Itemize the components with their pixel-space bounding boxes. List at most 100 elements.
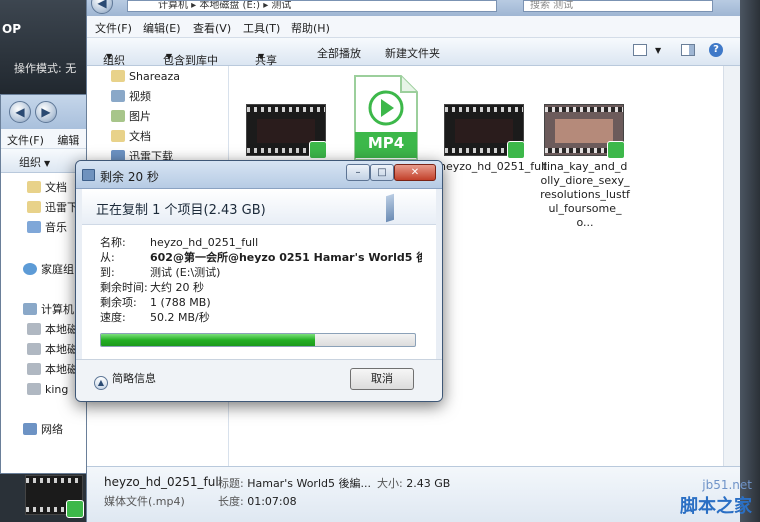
documents-icon [111, 130, 125, 142]
vertical-scrollbar[interactable] [723, 66, 741, 466]
disk-icon [27, 383, 41, 395]
video-thumbnail-1[interactable] [246, 104, 327, 159]
copy-progress-fill [101, 334, 315, 346]
computer-icon [23, 303, 37, 315]
details-title-row: 标题: Hamar's World5 後編... [218, 477, 371, 490]
nav-item-shareaza[interactable]: Shareaza [111, 68, 180, 86]
main-titlebar: ◀ 计算机 ▸ 本地磁盘 (E:) ▸ 测试 搜索 测试 [87, 0, 741, 16]
watermark-url: jb51.net [702, 478, 752, 492]
video-thumbnail-tina[interactable] [544, 104, 625, 159]
watermark: jb51.net 脚本之家 [680, 478, 752, 518]
nav-item-pictures[interactable]: 图片 [111, 108, 151, 126]
background-app: OP 操作模式: 无 [0, 0, 90, 100]
tree-item-documents[interactable]: 文档 [27, 179, 67, 197]
minimize-button[interactable]: – [346, 164, 370, 181]
close-button[interactable]: ✕ [394, 164, 436, 181]
copy-icon [82, 169, 95, 181]
back-menu-file[interactable]: 文件(F) [7, 134, 44, 147]
music-icon [27, 221, 41, 233]
details-size-row: 大小: 2.43 GB [377, 477, 451, 490]
play-all-button[interactable]: 全部播放 [317, 45, 361, 61]
info-row-name: 名称: heyzo_hd_0251_full [100, 236, 259, 249]
maximize-button[interactable]: □ [370, 164, 394, 181]
homegroup-icon [23, 263, 37, 275]
cancel-button[interactable]: 取消 [350, 368, 414, 390]
file-name-tina: tina_kay_and_dolly_diore_sexy_resolution… [540, 160, 630, 229]
chevron-down-icon: ▼ [258, 52, 265, 61]
video-library-icon [111, 90, 125, 102]
dialog-body: 正在复制 1 个项目(2.43 GB) 名称: heyzo_hd_0251_ful… [82, 189, 436, 359]
pictures-icon [111, 110, 125, 122]
mp4-file-icon[interactable]: MP4 [353, 74, 419, 162]
info-row-from: 从: 602@第一会所@heyzo 0251 Hamar's World5 後編 [100, 250, 422, 265]
preview-pane-icon[interactable] [681, 44, 695, 56]
tree-item-disk-2[interactable]: 本地磁 [27, 341, 78, 359]
source-link[interactable]: 602@第一会所@heyzo 0251 Hamar's World5 後編 [150, 250, 422, 265]
folder-icon [27, 201, 41, 213]
back-arrow-icon[interactable]: ◀ [91, 0, 113, 14]
chevron-down-icon: ▼ [44, 159, 51, 168]
nav-item-documents[interactable]: 文档 [111, 128, 151, 146]
details-filename: heyzo_hd_0251_full [104, 475, 222, 489]
help-icon[interactable]: ? [709, 43, 723, 57]
disk-icon [27, 343, 41, 355]
folder-icon [111, 70, 125, 82]
background-app-mode: 操作模式: 无 [14, 62, 77, 75]
main-toolbar: 组织 ▼ 包含到库中 ▼ 共享 ▼ 全部播放 新建文件夹 ▼ ? [87, 38, 741, 67]
tree-item-homegroup[interactable]: 家庭组 [23, 261, 74, 279]
forward-arrow-icon[interactable]: ▶ [35, 101, 57, 123]
disk-icon [27, 323, 41, 335]
menu-view[interactable]: 查看(V) [193, 20, 231, 36]
mp4-label: MP4 [367, 134, 405, 152]
dialog-title: 剩余 20 秒 [100, 170, 159, 184]
info-row-items-remaining: 剩余项: 1 (788 MB) [100, 296, 211, 309]
copy-progress-dialog: 剩余 20 秒 – □ ✕ 正在复制 1 个项目(2.43 GB) 名称: hey… [75, 160, 443, 402]
info-row-speed: 速度: 50.2 MB/秒 [100, 311, 210, 324]
menu-file[interactable]: 文件(F) [95, 20, 132, 36]
tree-item-king[interactable]: king [27, 381, 68, 399]
details-file-type: 媒体文件(.mp4) [104, 495, 185, 508]
file-name-heyzo: heyzo_hd_0251_full [439, 160, 548, 173]
tree-item-thunder[interactable]: 迅雷下 [27, 199, 78, 217]
folder-icon [27, 181, 41, 193]
video-badge-icon [607, 141, 625, 159]
video-badge-icon [66, 500, 84, 518]
menu-tools[interactable]: 工具(T) [243, 20, 280, 36]
tree-item-music[interactable]: 音乐 [27, 219, 67, 237]
dialog-header: 正在复制 1 个项目(2.43 GB) [82, 189, 436, 225]
copy-status-header: 正在复制 1 个项目(2.43 GB) [96, 203, 266, 218]
tree-item-disk-1[interactable]: 本地磁 [27, 321, 78, 339]
destination-link[interactable]: 测试 (E:\测试) [150, 265, 220, 280]
info-row-time-remaining: 剩余时间: 大约 20 秒 [100, 281, 204, 294]
back-organize-button[interactable]: 组织 [19, 156, 41, 169]
network-icon [23, 423, 37, 435]
tree-item-disk-3[interactable]: 本地磁 [27, 361, 78, 379]
tree-item-computer[interactable]: 计算机 [23, 301, 74, 319]
tree-item-network[interactable]: 网络 [23, 421, 63, 439]
video-badge-icon [309, 141, 327, 159]
menu-edit[interactable]: 编辑(E) [143, 20, 181, 36]
chevron-down-icon: ▼ [166, 52, 173, 61]
menu-help[interactable]: 帮助(H) [291, 20, 330, 36]
chevron-down-icon: ▼ [106, 52, 113, 61]
fewer-details-button[interactable]: ▲ 简略信息 [94, 370, 156, 390]
new-folder-button[interactable]: 新建文件夹 [385, 45, 440, 61]
view-options-icon[interactable] [633, 44, 647, 56]
details-pane: heyzo_hd_0251_full 媒体文件(.mp4) 标题: Hamar'… [25, 466, 741, 522]
back-arrow-icon[interactable]: ◀ [9, 101, 31, 123]
main-menubar: 文件(F) 编辑(E) 查看(V) 工具(T) 帮助(H) [87, 16, 741, 38]
nav-item-videos[interactable]: 视频 [111, 88, 151, 106]
dialog-titlebar[interactable]: 剩余 20 秒 – □ ✕ [76, 161, 442, 189]
address-bar[interactable]: 计算机 ▸ 本地磁盘 (E:) ▸ 测试 [127, 0, 497, 12]
copy-progress-bar [100, 333, 416, 347]
watermark-brand: 脚本之家 [680, 496, 752, 517]
right-window-frame [740, 0, 760, 522]
background-app-title: OP [2, 22, 21, 36]
video-thumbnail-heyzo[interactable] [444, 104, 525, 159]
dialog-footer: ▲ 简略信息 取消 [76, 359, 442, 401]
chevron-down-icon[interactable]: ▼ [655, 46, 661, 55]
back-menu-edit[interactable]: 编辑 [57, 134, 79, 147]
search-input[interactable]: 搜索 测试 [523, 0, 713, 12]
chevron-up-icon: ▲ [94, 376, 108, 390]
disk-icon [27, 363, 41, 375]
